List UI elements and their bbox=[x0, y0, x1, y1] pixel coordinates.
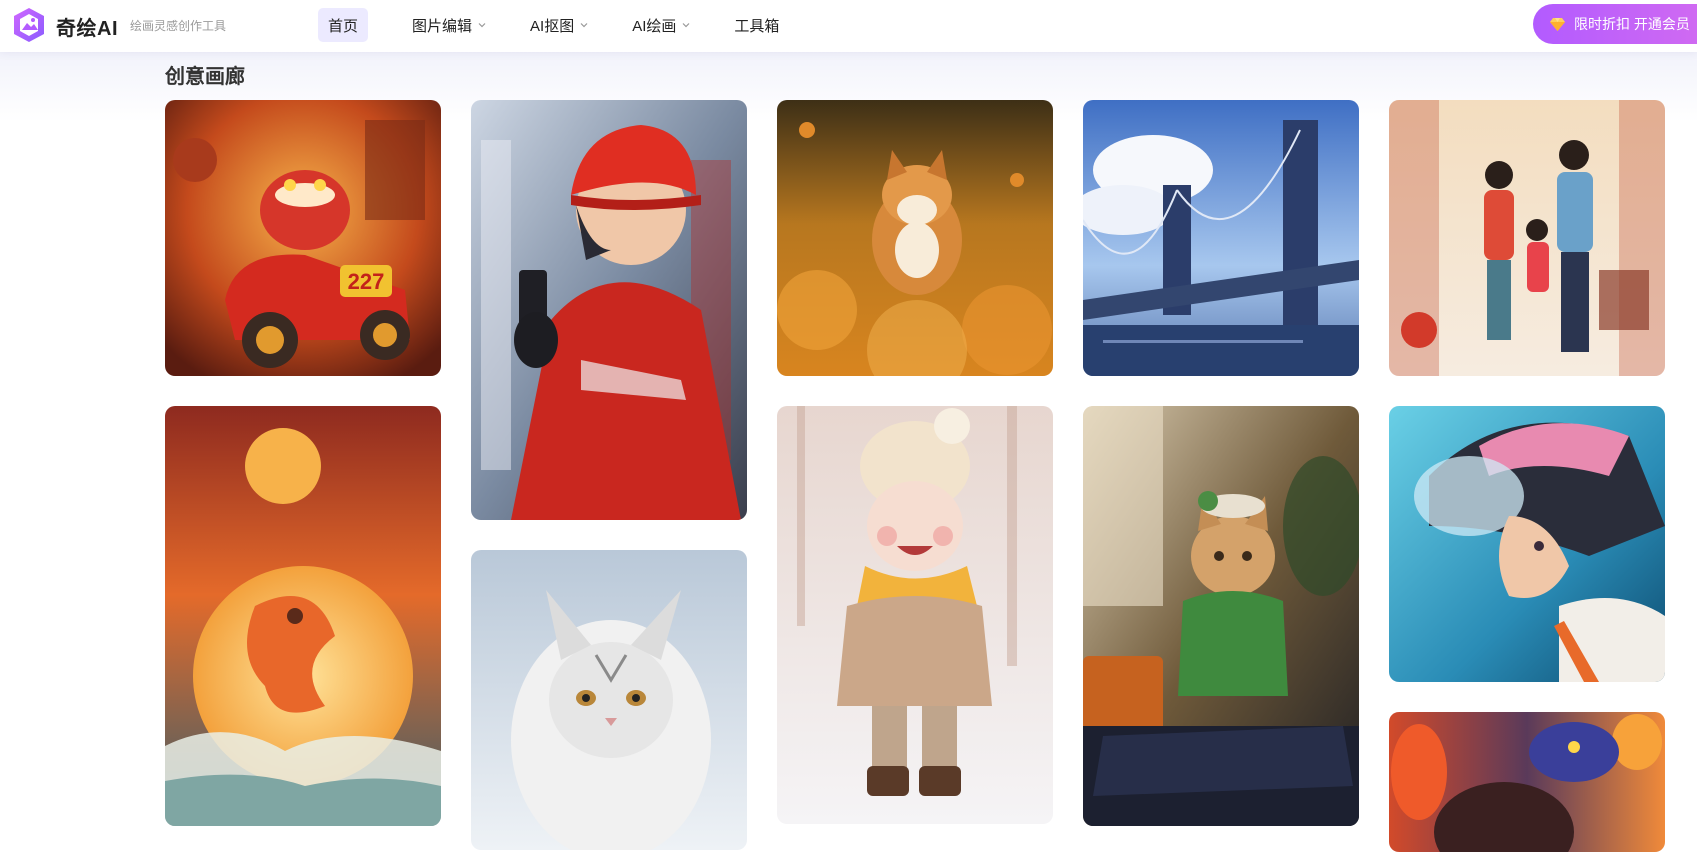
gallery-card-girl-snow[interactable] bbox=[777, 406, 1053, 824]
gallery-card-family-market[interactable] bbox=[1389, 100, 1665, 376]
nav-item-label: 图片编辑 bbox=[412, 17, 473, 35]
gallery-card-shiba-autumn[interactable] bbox=[777, 100, 1053, 376]
gallery-card-boy-red-jacket[interactable] bbox=[471, 100, 747, 520]
nav-item-label: AI抠图 bbox=[530, 17, 575, 35]
main-content: 创意画廊 227 bbox=[0, 52, 1697, 852]
nav-item-image-edit[interactable]: 图片编辑 bbox=[412, 8, 486, 42]
vip-membership-button[interactable]: 限时折扣 开通会员 bbox=[1533, 4, 1697, 44]
gallery-card-cat-sweater[interactable] bbox=[1083, 406, 1359, 826]
nav-item-ai-painting[interactable]: AI绘画 bbox=[632, 8, 690, 42]
dragon-car-image: 227 bbox=[165, 100, 441, 376]
nav-item-label: 工具箱 bbox=[734, 17, 780, 35]
chevron-down-icon bbox=[580, 23, 588, 28]
gallery-card-dragon-sun[interactable] bbox=[165, 406, 441, 826]
gallery-title: 创意画廊 bbox=[165, 66, 245, 88]
gallery-card-bridge[interactable] bbox=[1083, 100, 1359, 376]
dragon-sun-image bbox=[165, 406, 441, 826]
brand-name[interactable]: 奇绘AI bbox=[56, 12, 118, 41]
brand-tagline: 绘画灵感创作工具 bbox=[130, 19, 227, 33]
vip-button-label: 限时折扣 开通会员 bbox=[1574, 16, 1690, 32]
shiba-autumn-image bbox=[777, 100, 1053, 376]
white-kitten-image bbox=[471, 550, 747, 850]
family-market-image bbox=[1389, 100, 1665, 376]
main-nav: 首页 图片编辑 AI抠图 AI绘画 工具箱 bbox=[318, 8, 823, 42]
top-header: 奇绘AI 绘画灵感创作工具 首页 图片编辑 AI抠图 AI绘画 工具箱 限时折扣… bbox=[0, 0, 1697, 52]
gallery-card-white-kitten[interactable] bbox=[471, 550, 747, 850]
nav-item-ai-cutout[interactable]: AI抠图 bbox=[530, 8, 588, 42]
gallery-card-lanterns-dragon[interactable] bbox=[1389, 712, 1665, 852]
nav-item-label: 首页 bbox=[328, 17, 359, 35]
gallery-card-dragon-car[interactable]: 227 bbox=[165, 100, 441, 376]
boy-red-jacket-image bbox=[471, 100, 747, 520]
car-badge-number: 227 bbox=[348, 269, 385, 294]
lanterns-dragon-image bbox=[1389, 712, 1665, 852]
girl-snow-image bbox=[777, 406, 1053, 824]
cat-sweater-image bbox=[1083, 406, 1359, 826]
helmet-girl-image bbox=[1389, 406, 1665, 682]
nav-item-home[interactable]: 首页 bbox=[318, 8, 369, 42]
nav-item-label: AI绘画 bbox=[632, 17, 677, 35]
bridge-image bbox=[1083, 100, 1359, 376]
gallery-card-helmet-girl[interactable] bbox=[1389, 406, 1665, 682]
gem-icon bbox=[1550, 17, 1565, 31]
chevron-down-icon bbox=[478, 23, 486, 28]
qihui-logo-icon[interactable] bbox=[10, 6, 48, 44]
nav-item-toolbox[interactable]: 工具箱 bbox=[734, 8, 779, 42]
chevron-down-icon bbox=[682, 23, 690, 28]
